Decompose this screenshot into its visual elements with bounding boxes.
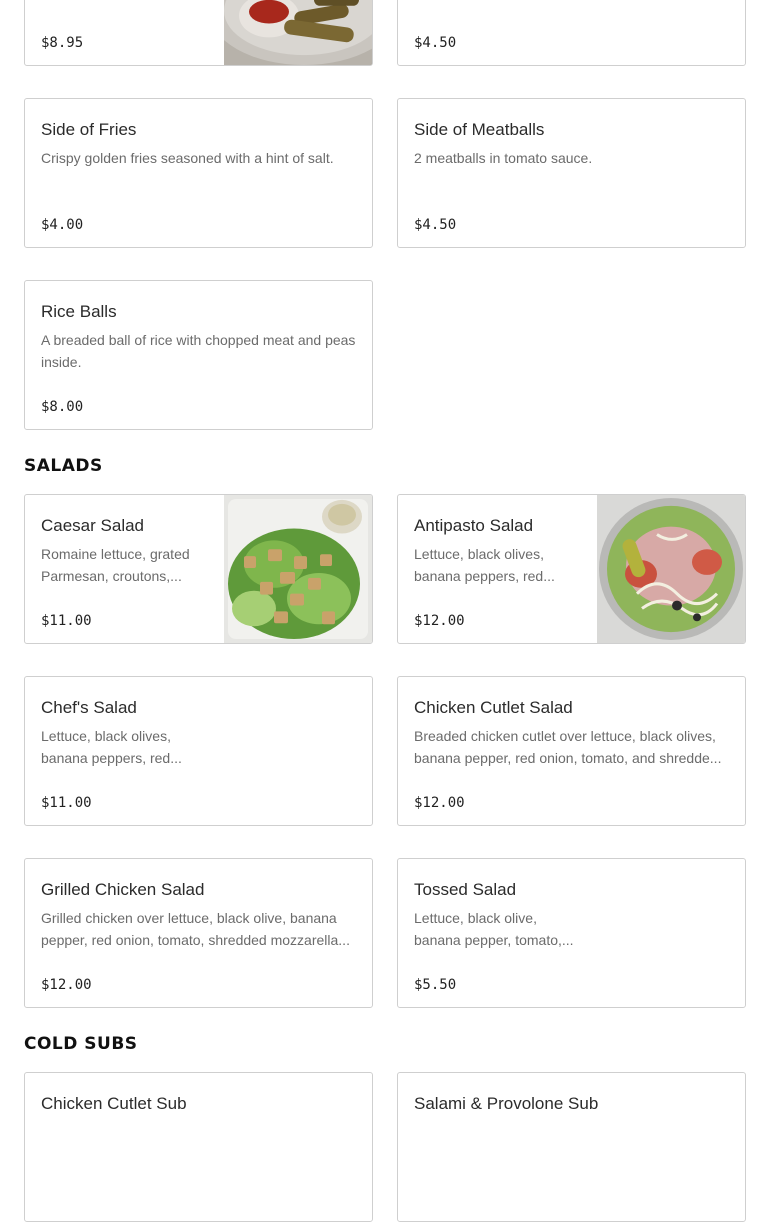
item-price: $4.50: [414, 217, 457, 233]
item-name: Chicken Cutlet Salad: [414, 698, 573, 717]
menu-item-card[interactable]: Chef's Salad Lettuce, black olives, bana…: [24, 676, 373, 826]
item-name: Side of Meatballs: [414, 120, 545, 139]
menu-item-card[interactable]: Salami & Provolone Sub: [397, 1072, 746, 1222]
menu-item-card[interactable]: Side of Fries Crispy golden fries season…: [24, 98, 373, 248]
item-description: Lettuce, black olives, banana peppers, r…: [414, 546, 555, 584]
menu-item-card[interactable]: Tossed Salad Lettuce, black olive, banan…: [397, 858, 746, 1008]
item-name: Grilled Chicken Salad: [41, 880, 205, 899]
item-description: 2 meatballs in tomato sauce.: [414, 150, 593, 166]
item-name: Tossed Salad: [414, 880, 517, 899]
menu-item-card[interactable]: Rice Balls A breaded ball of rice with c…: [24, 280, 373, 430]
item-name: Salami & Provolone Sub: [414, 1094, 599, 1113]
item-price: $8.95: [41, 35, 84, 51]
menu-item-card[interactable]: Chicken Cutlet Salad Breaded chicken cut…: [397, 676, 746, 826]
item-description: Breaded chicken cutlet over lettuce, bla…: [414, 728, 722, 766]
menu-item-card[interactable]: $8.95: [24, 0, 373, 66]
item-name: Antipasto Salad: [414, 516, 534, 535]
item-name: Chicken Cutlet Sub: [41, 1094, 187, 1113]
item-photo: [224, 0, 372, 65]
item-price: $12.00: [41, 977, 92, 993]
item-description: Lettuce, black olives, banana peppers, r…: [41, 728, 182, 766]
item-price: $8.00: [41, 399, 84, 415]
item-description: Crispy golden fries seasoned with a hint…: [41, 150, 334, 166]
item-price: $12.00: [414, 613, 465, 629]
item-description: Grilled chicken over lettuce, black oliv…: [41, 910, 350, 948]
item-name: Caesar Salad: [41, 516, 145, 535]
item-name: Rice Balls: [41, 302, 117, 321]
menu-item-card[interactable]: Chicken Cutlet Sub: [24, 1072, 373, 1222]
item-price: $11.00: [41, 795, 92, 811]
item-photo: [224, 495, 372, 643]
menu-item-card[interactable]: Side of Meatballs 2 meatballs in tomato …: [397, 98, 746, 248]
section-title-cold-subs: COLD SUBS: [24, 1034, 138, 1054]
item-photo: [597, 495, 745, 643]
item-name: Chef's Salad: [41, 698, 137, 717]
item-description: A breaded ball of rice with chopped meat…: [41, 332, 356, 370]
item-price: $5.50: [414, 977, 457, 993]
item-description: Romaine lettuce, grated Parmesan, crouto…: [41, 546, 190, 584]
item-price: $4.50: [414, 35, 457, 51]
item-price: $12.00: [414, 795, 465, 811]
item-name: Side of Fries: [41, 120, 137, 139]
item-price: $11.00: [41, 613, 92, 629]
item-description: Lettuce, black olive, banana pepper, tom…: [414, 910, 574, 948]
menu-item-card[interactable]: $4.50: [397, 0, 746, 66]
item-price: $4.00: [41, 217, 84, 233]
menu-item-card[interactable]: Caesar Salad Romaine lettuce, grated Par…: [24, 494, 373, 644]
menu-item-card[interactable]: Grilled Chicken Salad Grilled chicken ov…: [24, 858, 373, 1008]
menu-item-card[interactable]: Antipasto Salad Lettuce, black olives, b…: [397, 494, 746, 644]
section-title-salads: SALADS: [24, 456, 103, 476]
